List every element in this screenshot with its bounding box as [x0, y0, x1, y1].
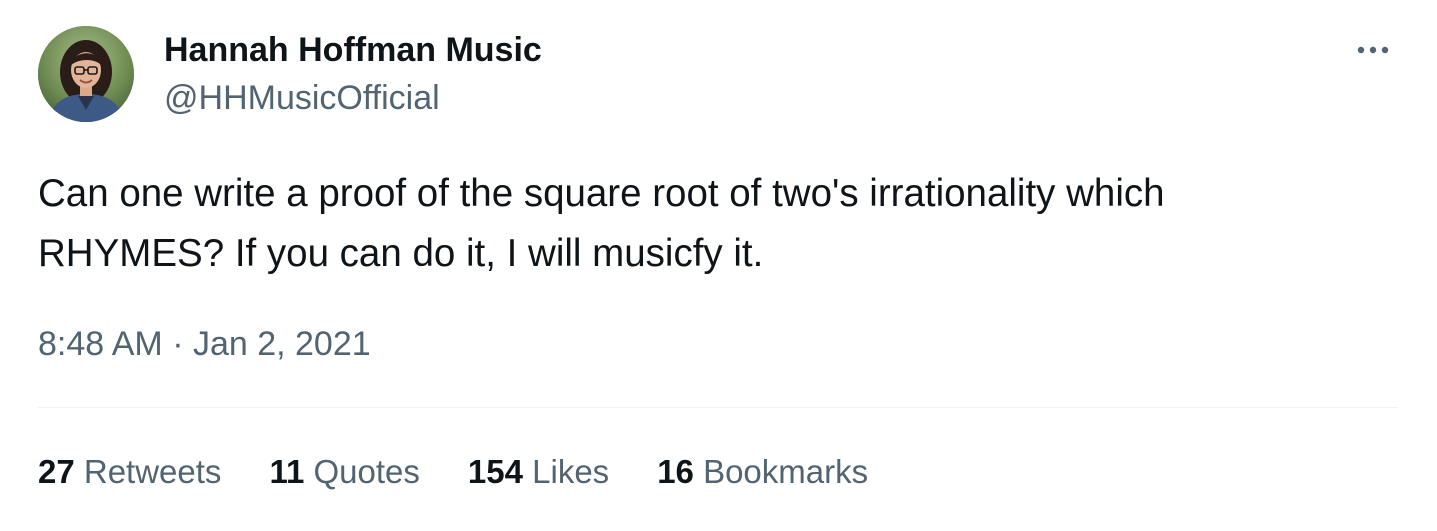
avatar[interactable]	[38, 26, 134, 122]
tweet-text-line: RHYMES? If you can do it, I will musicfy…	[38, 232, 764, 275]
avatar-photo	[38, 26, 134, 122]
quotes-label: Quotes	[313, 453, 420, 490]
quotes-stat[interactable]: 11 Quotes	[269, 453, 419, 491]
engagement-stats: 27 Retweets 11 Quotes 154 Likes 16 Bookm…	[38, 450, 916, 494]
likes-count: 154	[467, 453, 533, 490]
tweet-card: Hannah Hoffman Music @HHMusicOfficial Ca…	[0, 0, 1437, 531]
tweet-text: Can one write a proof of the square root…	[38, 164, 1398, 284]
more-horizontal-icon	[1357, 46, 1389, 54]
bookmarks-count: 16	[657, 453, 704, 490]
tweet-timestamp[interactable]: 8:48 AM · Jan 2, 2021	[38, 322, 371, 366]
retweets-stat[interactable]: 27 Retweets	[38, 453, 221, 491]
author-display-name[interactable]: Hannah Hoffman Music	[164, 28, 542, 72]
bookmarks-label: Bookmarks	[703, 453, 869, 490]
divider	[38, 407, 1398, 408]
author-handle[interactable]: @HHMusicOfficial	[164, 76, 440, 120]
tweet-text-line: Can one write a proof of the square root…	[38, 172, 1165, 215]
retweets-label: Retweets	[83, 453, 222, 490]
likes-stat[interactable]: 154 Likes	[468, 453, 609, 491]
likes-label: Likes	[532, 453, 610, 490]
quotes-count: 11	[269, 453, 314, 490]
more-options-button[interactable]	[1352, 30, 1396, 70]
retweets-count: 27	[38, 453, 84, 490]
bookmarks-stat[interactable]: 16 Bookmarks	[657, 453, 868, 491]
